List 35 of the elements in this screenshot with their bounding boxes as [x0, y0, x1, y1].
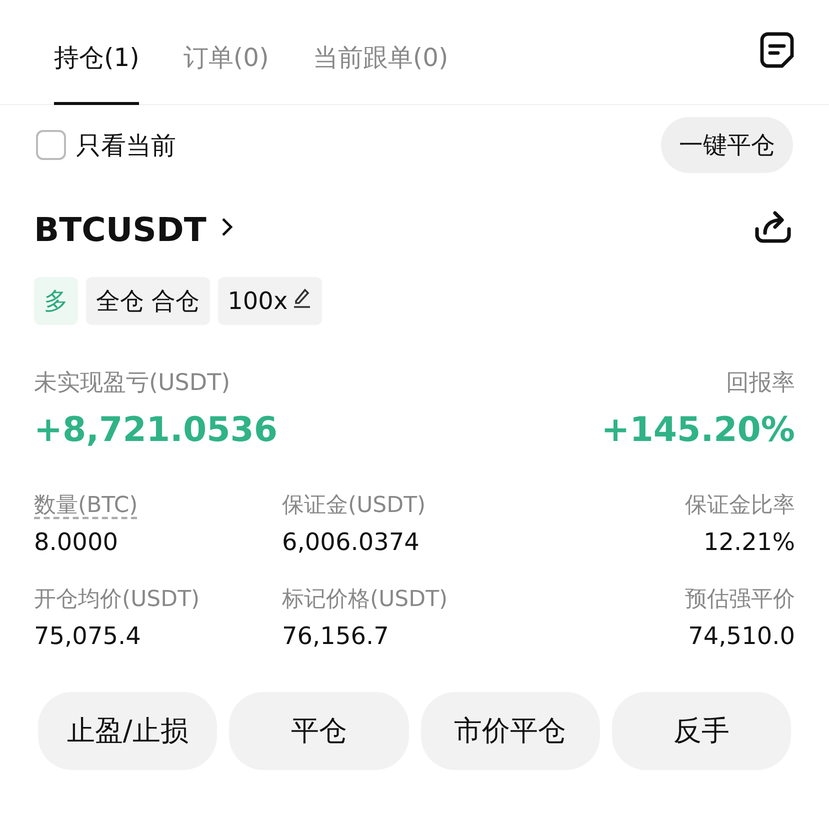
leverage-value: 100x: [228, 287, 288, 315]
stat-value: 8.0000: [34, 528, 119, 556]
checkbox-label[interactable]: 只看当前: [76, 128, 176, 162]
roe-value: +145.20%: [601, 410, 795, 450]
close-all-button[interactable]: 一键平仓: [661, 117, 793, 173]
share-icon[interactable]: [753, 209, 793, 245]
stat-value: 74,510.0: [688, 622, 795, 650]
stat-label: 预估强平价: [685, 586, 795, 614]
stat-label: 开仓均价(USDT): [34, 586, 201, 614]
tab[interactable]: 订单(0): [183, 41, 269, 105]
action-button[interactable]: 止盈/止损: [38, 692, 218, 770]
stat-value: 12.21%: [703, 528, 795, 556]
checkbox[interactable]: [36, 130, 66, 160]
pnl-value: +8,721.0536: [34, 410, 278, 450]
stat-value: 76,156.7: [282, 622, 390, 650]
action-button[interactable]: 平仓: [229, 692, 408, 770]
pnl-label: 未实现盈亏(USDT): [34, 369, 232, 398]
pencil-icon: [292, 287, 312, 309]
side-tag: 多: [34, 277, 78, 325]
stat-value: 75,075.4: [34, 622, 142, 650]
tab[interactable]: 持仓(1): [54, 41, 140, 105]
roe-label: 回报率: [726, 369, 795, 398]
symbol-name[interactable]: BTCUSDT: [34, 210, 206, 248]
stat-label: 保证金(USDT): [282, 492, 427, 520]
chevron-right-icon[interactable]: [220, 216, 234, 238]
document-icon[interactable]: [759, 31, 795, 69]
stat-value: 6,006.0374: [282, 528, 420, 556]
leverage-tag[interactable]: 100x: [218, 277, 322, 325]
stat-label: 数量(BTC): [34, 492, 139, 520]
stat-label: 保证金比率: [685, 492, 795, 520]
tab[interactable]: 当前跟单(0): [312, 41, 448, 105]
margin-mode-tag: 全仓 合仓: [86, 277, 210, 325]
action-button[interactable]: 市价平仓: [420, 692, 600, 770]
stat-label: 标记价格(USDT): [282, 586, 449, 614]
action-button[interactable]: 反手: [612, 692, 791, 770]
